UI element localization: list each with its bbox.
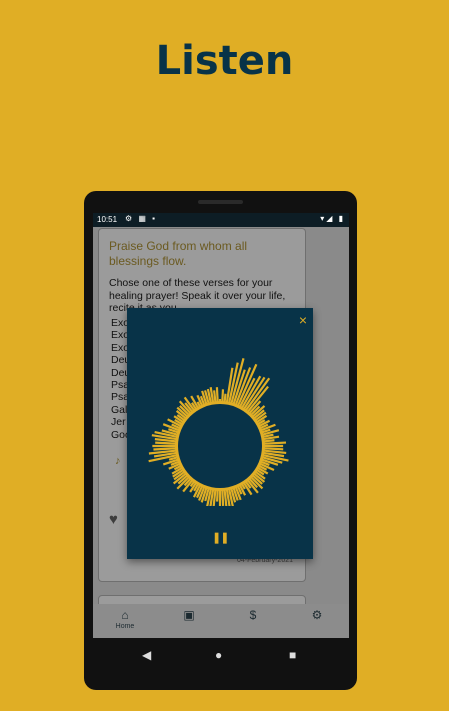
pause-icon[interactable]: ❚❚ <box>212 531 229 544</box>
phone-speaker <box>198 200 243 204</box>
bottom-nav: ⌂ Home ▣ $ ⚙ <box>93 604 349 638</box>
nav-settings[interactable]: ⚙ <box>285 604 349 638</box>
audio-player-dialog: × ❚❚ <box>127 308 313 559</box>
promo-title: Listen <box>155 38 294 84</box>
status-bar: 10:51 ⚙ ▦ ▪ ▾◢ ▮ <box>93 213 349 227</box>
close-icon[interactable]: × <box>299 312 307 328</box>
audio-visualizer <box>148 357 289 506</box>
gear-icon: ⚙ <box>311 608 323 622</box>
nav-donate[interactable]: $ <box>221 604 285 638</box>
nav-home-label: Home <box>115 623 135 630</box>
music-note-icon[interactable]: ♪ <box>115 455 121 467</box>
dollar-icon: $ <box>249 608 257 622</box>
recents-icon[interactable]: ■ <box>289 648 296 662</box>
status-signal-battery-icons: ▾◢ ▮ <box>320 214 345 223</box>
status-notification-icons: ⚙ ▦ ▪ <box>125 214 158 223</box>
nav-home[interactable]: ⌂ Home <box>93 604 157 638</box>
visualizer-center <box>178 404 262 488</box>
home-icon: ⌂ <box>121 608 129 622</box>
status-time: 10:51 <box>97 215 118 224</box>
system-nav-bar: ◀ ● ■ <box>93 638 349 674</box>
card-title: Praise God from whom all blessings flow. <box>109 239 248 268</box>
home-circle-icon[interactable]: ● <box>215 648 222 662</box>
calendar-icon: ▣ <box>183 608 195 622</box>
nav-calendar[interactable]: ▣ <box>157 604 221 638</box>
heart-icon[interactable]: ♥ <box>109 511 118 528</box>
back-icon[interactable]: ◀ <box>142 648 151 662</box>
